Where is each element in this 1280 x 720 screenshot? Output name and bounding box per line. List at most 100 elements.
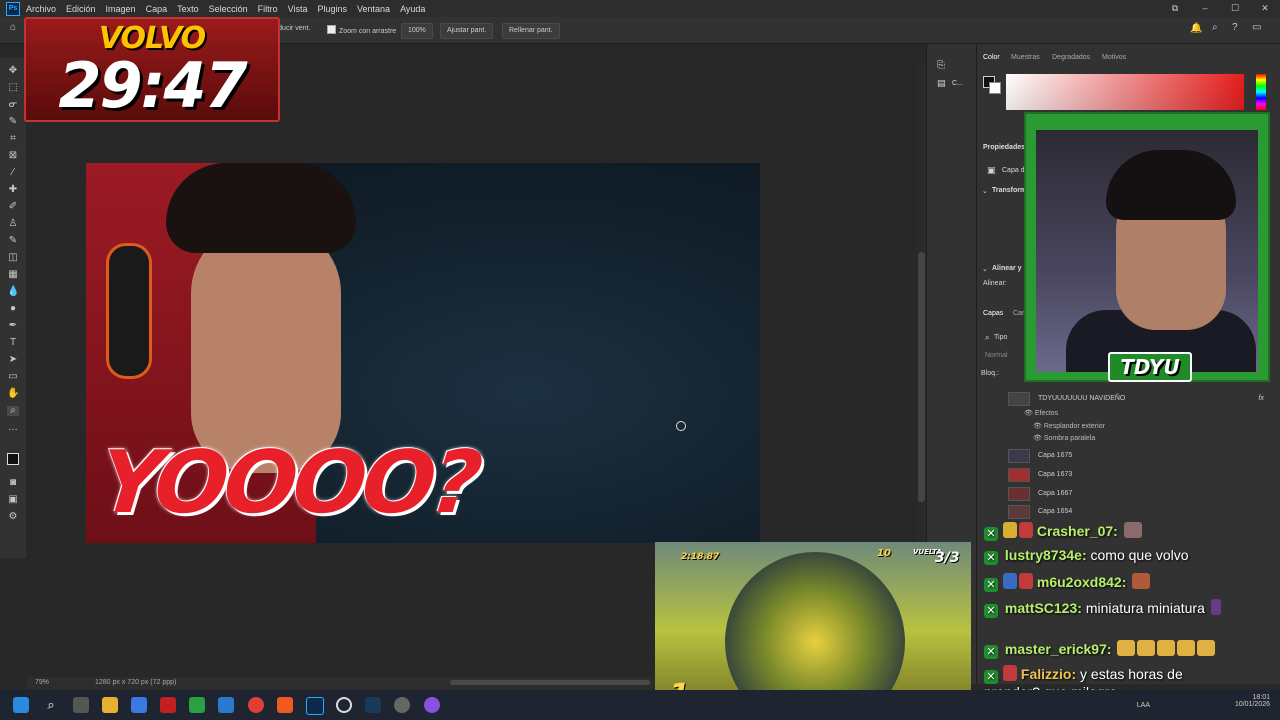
menu-vista[interactable]: Vista	[288, 4, 308, 14]
layer-row[interactable]: Capa 1667	[1008, 485, 1270, 502]
menu-edicion[interactable]: Edición	[66, 4, 96, 14]
move-tool-icon[interactable]: ✥	[7, 66, 19, 76]
quick-select-tool-icon[interactable]: ✎	[7, 117, 19, 127]
tab-capas[interactable]: Capas	[983, 310, 1003, 317]
stamp-tool-icon[interactable]: ♙	[7, 219, 19, 229]
document-canvas[interactable]: YOOOO?	[86, 163, 760, 543]
menu-texto[interactable]: Texto	[177, 4, 199, 14]
tab-color[interactable]: Color	[983, 54, 1000, 61]
history-icon[interactable]: ⎘	[937, 60, 945, 71]
background-swatch[interactable]	[989, 82, 1001, 94]
task-view-icon[interactable]	[73, 697, 89, 713]
layer-row[interactable]: Capa 1675	[1008, 447, 1270, 464]
menu-ventana[interactable]: Ventana	[357, 4, 390, 14]
xbox-icon[interactable]	[189, 697, 205, 713]
path-select-icon[interactable]: ➤	[7, 355, 19, 365]
menu-capa[interactable]: Capa	[146, 4, 168, 14]
windows-start-icon[interactable]	[13, 697, 29, 713]
search-icon[interactable]: ⌕	[43, 697, 59, 713]
type-tool-icon[interactable]: T	[7, 338, 19, 348]
zoom-tool-icon[interactable]: ⌕	[7, 406, 19, 416]
steam-icon[interactable]	[365, 697, 381, 713]
help-icon[interactable]: ?	[1232, 22, 1238, 33]
close-icon[interactable]: ✕	[1250, 0, 1280, 17]
chrome-icon[interactable]	[248, 697, 264, 713]
layer-row[interactable]: TDYUUUUUUU NAVIDEÑO fx	[1008, 390, 1270, 407]
marquee-tool-icon[interactable]: ⬚	[7, 83, 19, 93]
alinear-title[interactable]: Alinear y	[992, 265, 1022, 272]
comments-icon[interactable]: ▤	[937, 78, 946, 89]
healing-tool-icon[interactable]: ✚	[7, 185, 19, 195]
dodge-tool-icon[interactable]: ●	[7, 304, 19, 314]
app-icon[interactable]	[160, 697, 176, 713]
menu-archivo[interactable]: Archivo	[26, 4, 56, 14]
extra-tool-icon[interactable]: ⚙	[7, 512, 19, 522]
language-indicator[interactable]: LAA	[1137, 702, 1150, 709]
foreground-color-swatch[interactable]	[7, 453, 19, 465]
pen-tool-icon[interactable]: ✒	[7, 321, 19, 331]
filter-search-icon[interactable]: ⌕	[985, 333, 989, 343]
tab-motivos[interactable]: Motivos	[1102, 54, 1126, 61]
hand-tool-icon[interactable]: ✋	[7, 389, 19, 399]
filter-type-select[interactable]: Tipo	[994, 334, 1007, 341]
effect-resplandor[interactable]: 👁 Resplandor exterior	[1033, 422, 1105, 430]
maximize-icon[interactable]: ☐	[1220, 0, 1250, 17]
clock-icon[interactable]	[336, 697, 352, 713]
store-icon[interactable]	[131, 697, 147, 713]
blend-mode-select[interactable]: Normal	[985, 352, 1008, 359]
menu-plugins[interactable]: Plugins	[318, 4, 348, 14]
clock-time[interactable]: 18:01	[1235, 694, 1270, 701]
menu-imagen[interactable]: Imagen	[106, 4, 136, 14]
chevron-down-icon[interactable]: ⌄	[982, 265, 988, 273]
minimize-icon[interactable]: –	[1190, 0, 1220, 17]
notes-icon[interactable]	[218, 697, 234, 713]
gradient-tool-icon[interactable]: ▦	[7, 270, 19, 280]
fx-icon[interactable]: fx	[1259, 395, 1264, 402]
brave-icon[interactable]	[277, 697, 293, 713]
tab-muestras[interactable]: Muestras	[1011, 54, 1040, 61]
brush-tool-icon[interactable]: ✐	[7, 202, 19, 212]
more-tools-icon[interactable]: …	[7, 423, 19, 433]
search-icon[interactable]: ⌕	[1212, 22, 1218, 33]
menu-filtro[interactable]: Filtro	[258, 4, 278, 14]
home-icon[interactable]: ⌂	[10, 22, 16, 33]
clock-date[interactable]: 10/01/2026	[1235, 701, 1270, 708]
effect-sombra[interactable]: 👁 Sombra paralela	[1033, 434, 1095, 442]
shape-tool-icon[interactable]: ▭	[7, 372, 19, 382]
notification-bell-icon[interactable]: 🔔	[1190, 23, 1202, 34]
tab-degradados[interactable]: Degradados	[1052, 54, 1090, 61]
scrollbar-thumb[interactable]	[918, 252, 925, 502]
ajustar-pantalla-button[interactable]: Ajustar pant.	[440, 23, 494, 39]
layer-thumbnail	[1008, 486, 1030, 501]
frame-tool-icon[interactable]: ⊠	[7, 151, 19, 161]
screen-mode-icon[interactable]: ▣	[7, 495, 19, 505]
blur-tool-icon[interactable]: 💧	[7, 287, 19, 297]
eyedropper-tool-icon[interactable]: ⁄	[7, 168, 19, 178]
menu-seleccion[interactable]: Selección	[209, 4, 248, 14]
zoom-arrastre-label: Zoom con arrastre	[339, 28, 397, 35]
history-brush-icon[interactable]: ✎	[7, 236, 19, 246]
zoom-arrastre-checkbox[interactable]: Zoom con arrastre	[327, 25, 396, 35]
zoom-level[interactable]: 79%	[35, 679, 49, 686]
rellenar-pantalla-button[interactable]: Rellenar pant.	[502, 23, 560, 39]
share-icon[interactable]: ⧉	[1160, 0, 1190, 17]
app2-icon[interactable]	[424, 697, 440, 713]
horizontal-scrollbar[interactable]	[450, 680, 650, 685]
menu-ayuda[interactable]: Ayuda	[400, 4, 425, 14]
quick-mask-icon[interactable]: ◙	[7, 478, 19, 488]
file-explorer-icon[interactable]	[102, 697, 118, 713]
transform-title[interactable]: Transform	[992, 187, 1026, 194]
photoshop-taskbar-icon[interactable]	[306, 697, 324, 715]
zoom-100-button[interactable]: 100%	[401, 23, 433, 39]
workspace-icon[interactable]: ▭	[1252, 22, 1261, 33]
chevron-down-icon[interactable]: ⌄	[982, 187, 988, 195]
obs-icon[interactable]	[394, 697, 410, 713]
comments-label[interactable]: C...	[952, 80, 963, 87]
lock-label: Bloq.:	[981, 370, 999, 377]
layer-name: TDYUUUUUUU NAVIDEÑO	[1038, 395, 1126, 402]
crop-tool-icon[interactable]: ⌗	[7, 134, 19, 144]
lasso-tool-icon[interactable]: ᓂ	[7, 100, 19, 110]
eraser-tool-icon[interactable]: ◫	[7, 253, 19, 263]
hue-slider[interactable]	[1256, 74, 1266, 110]
layer-row[interactable]: Capa 1673	[1008, 466, 1270, 483]
